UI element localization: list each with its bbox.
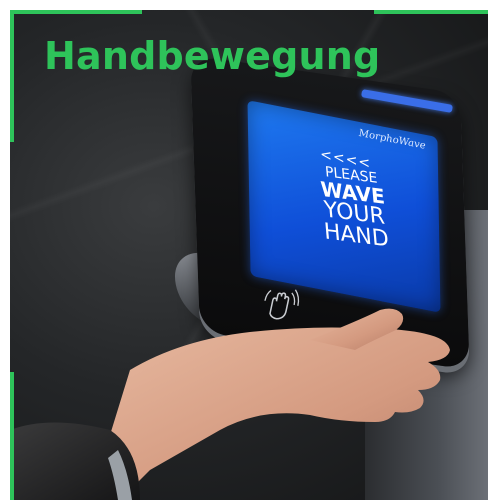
- biometric-scanner: MorphoWave <<<< PLEASE WAVE YOUR HAND: [175, 55, 475, 384]
- photo: MorphoWave <<<< PLEASE WAVE YOUR HAND: [10, 10, 488, 500]
- frame-corner-top-left: [10, 10, 142, 14]
- frame-corner-top-right: [374, 10, 488, 14]
- frame-corner-left: [10, 10, 14, 142]
- instruction-text: PLEASE WAVE YOUR HAND: [286, 160, 422, 255]
- frame-corner-bottom-left: [10, 372, 14, 500]
- page-title: Handbewegung: [44, 34, 381, 78]
- hand-wave-icon: [264, 289, 300, 320]
